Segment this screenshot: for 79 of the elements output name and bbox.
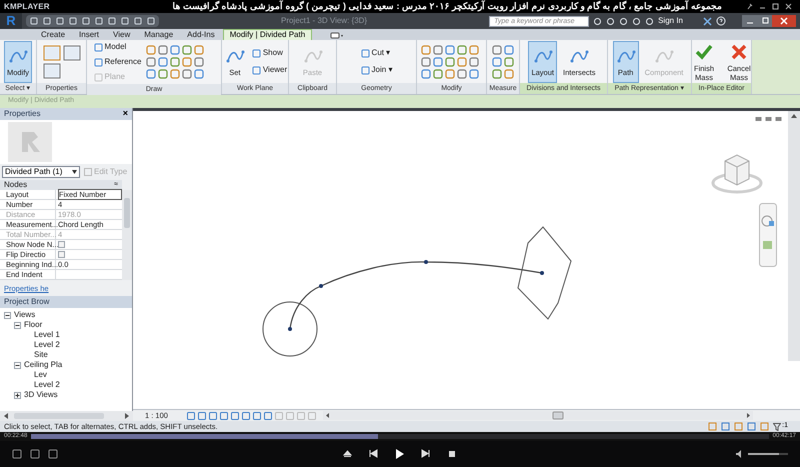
speaker-icon: [736, 450, 744, 458]
plus-icon: [15, 392, 20, 398]
satellite-icon[interactable]: [619, 16, 628, 26]
tree-item[interactable]: Lev: [34, 369, 47, 381]
aspect-icon[interactable]: [30, 449, 40, 459]
ribbon-button[interactable]: Join ▾: [360, 63, 394, 77]
tree-item[interactable]: Level 1: [34, 329, 60, 341]
seek-bar[interactable]: [31, 434, 769, 439]
view-icon[interactable]: [121, 17, 129, 25]
pin-icon[interactable]: [746, 3, 753, 10]
exchange-icon: [703, 16, 712, 26]
user-icon[interactable]: [645, 16, 654, 26]
text-icon[interactable]: [108, 17, 116, 25]
undo-icon[interactable]: [69, 17, 77, 25]
minimize-icon[interactable]: [742, 15, 758, 27]
ribbon-tab[interactable]: Add-Ins: [181, 30, 221, 40]
ribbon-button[interactable]: Model: [92, 40, 142, 54]
3d-icon[interactable]: [12, 449, 22, 459]
ribbon-tab[interactable]: Manage: [138, 30, 180, 40]
minus-icon: [15, 362, 20, 368]
maximize-icon[interactable]: [772, 3, 779, 10]
expand-toggle[interactable]: [14, 392, 21, 398]
binoculars-icon[interactable]: [593, 16, 602, 26]
close-icon[interactable]: [772, 15, 796, 27]
sign-in-link[interactable]: Sign In: [658, 15, 699, 27]
panel-title: Project Brow: [4, 296, 50, 308]
eject-icon[interactable]: [343, 449, 353, 459]
play-icon[interactable]: [395, 449, 405, 459]
tree-item[interactable]: Views: [14, 309, 36, 321]
settings-icon[interactable]: [48, 449, 58, 459]
redo-icon[interactable]: [82, 17, 90, 25]
help-icon[interactable]: [716, 16, 726, 26]
player-logo: KMPLAYER: [4, 0, 50, 12]
save-icon[interactable]: [43, 17, 51, 25]
checkbox[interactable]: [58, 251, 65, 258]
close-button[interactable]: ×: [122, 107, 128, 121]
tool-icons-drawing: [491, 44, 515, 80]
tool-icons-drawing: [42, 44, 82, 80]
restore-icon[interactable]: [765, 115, 772, 122]
close-icon[interactable]: [785, 3, 792, 10]
ribbon-tab[interactable]: Modify | Divided Path: [222, 29, 312, 40]
type-preview-drawing: [8, 122, 52, 162]
collapse-toggle[interactable]: [14, 362, 21, 368]
previous-icon[interactable]: [369, 449, 379, 459]
filter-icon: [773, 422, 782, 430]
sync-icon[interactable]: [56, 17, 64, 25]
window-title: مجموعه آموزشی جامع ، گام به گام و کاربردی نرم افزار رویت آرکیتکچر ۲۰۱۶ مدرس : سعید فدایی ( تیچرمن ) گروه آموزشی پادشاه گرافیست ها: [171, 0, 723, 14]
group-header: Nodes: [4, 179, 28, 191]
collapse-toggle[interactable]: [14, 322, 21, 328]
ribbon-button[interactable]: Show: [250, 46, 288, 60]
edit-type-icon: [84, 168, 92, 176]
caret-icon: [72, 170, 77, 174]
checkbox[interactable]: [58, 241, 65, 248]
ribbon-button[interactable]: Reference: [92, 55, 142, 69]
type-selector[interactable]: Divided Path (1): [2, 166, 80, 178]
collapse-toggle[interactable]: [4, 312, 11, 318]
measure-icon[interactable]: [95, 17, 103, 25]
tree-item[interactable]: Level 2: [34, 339, 60, 351]
ribbon-tab[interactable]: Insert: [73, 30, 106, 40]
stop-icon[interactable]: [447, 449, 457, 459]
panel-toggle-icon[interactable]: [330, 32, 344, 39]
tree-item[interactable]: Site: [34, 349, 48, 361]
next-icon[interactable]: [421, 449, 431, 459]
ribbon-tab[interactable]: View: [107, 30, 136, 40]
open-icon[interactable]: [30, 17, 38, 25]
window-icon[interactable]: [134, 17, 142, 25]
ribbon-button[interactable]: Cut ▾: [360, 46, 394, 60]
restore-icon[interactable]: [758, 15, 772, 27]
close-view-icon[interactable]: [147, 17, 155, 25]
navigation-bar-icon[interactable]: [759, 203, 777, 267]
ribbon-button[interactable]: Viewer: [250, 63, 288, 77]
tree-item[interactable]: Floor: [24, 319, 42, 331]
tree-item[interactable]: Level 2: [34, 379, 60, 391]
panel-title: Properties: [4, 108, 40, 120]
tree-item[interactable]: 3D Views: [24, 389, 58, 401]
key-icon[interactable]: [606, 16, 616, 26]
document-title: Project1 - 3D View: {3D}: [280, 15, 368, 27]
ribbon-tab[interactable]: Create: [35, 30, 72, 40]
tree-item[interactable]: Ceiling Pla: [24, 359, 62, 371]
